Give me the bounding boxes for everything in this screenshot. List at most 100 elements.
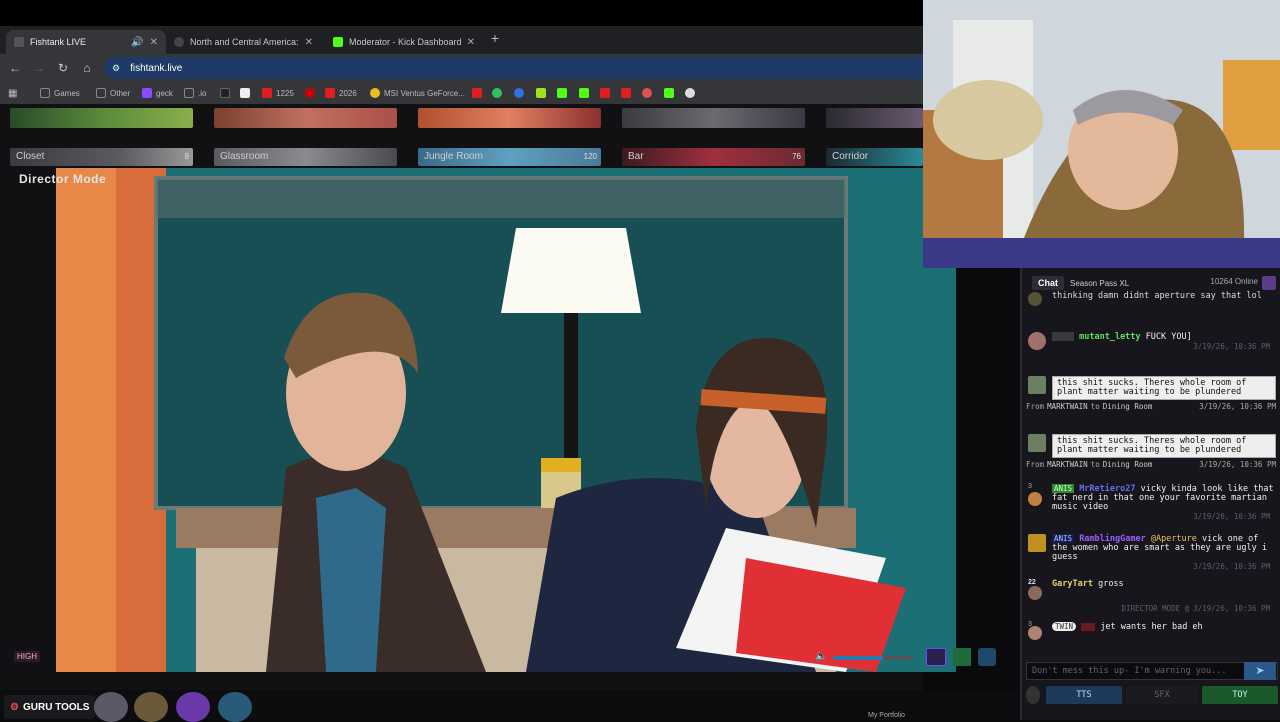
avatar	[1028, 626, 1042, 640]
volume-slider[interactable]	[833, 656, 913, 660]
portfolio-label: My Portfolio	[868, 712, 905, 719]
bookmark-icon-e[interactable]	[492, 86, 502, 100]
room-tab-bar[interactable]: Bar 76	[622, 148, 805, 166]
timestamp: 3/19/26, 10:36 PM	[1193, 342, 1270, 351]
bookmark-io[interactable]: .io	[184, 86, 206, 100]
system-message: DIRECTOR MODE @ 3/19/26, 10:36 PM	[1121, 604, 1271, 613]
inventory-icon[interactable]	[134, 692, 168, 722]
room-thumbnail[interactable]	[214, 108, 397, 128]
bookmark-icon-b[interactable]	[240, 86, 250, 100]
director-mode-label: Director Mode	[19, 172, 107, 186]
fishtank-favicon-icon	[14, 37, 24, 47]
tab-north-america[interactable]: North and Central America: Co ✕	[166, 30, 321, 54]
close-tab-icon[interactable]: ✕	[305, 37, 313, 48]
bookmark-msi[interactable]: MSI Ventus GeForce...	[370, 86, 465, 100]
close-tab-icon[interactable]: ✕	[150, 37, 158, 48]
bookmark-icon	[220, 88, 230, 98]
timestamp: 3/19/26, 10:36 PM	[1193, 512, 1270, 521]
tab-fishtank[interactable]: Fishtank LIVE 🔊 ✕	[6, 30, 166, 54]
chat-input[interactable]: Don't mess this up- I'm warning you...	[1026, 662, 1278, 680]
bookmark-kick-3[interactable]	[664, 86, 674, 100]
bookmark-2026[interactable]: 2026	[325, 86, 357, 100]
bookmark-1225[interactable]: 1225	[262, 86, 294, 100]
toy-button[interactable]: TOY	[1202, 686, 1278, 704]
tts-message: this shit sucks. Theres whole room of pl…	[1026, 376, 1276, 411]
bookmark-kick-1[interactable]	[557, 86, 567, 100]
bookmark-icon-f[interactable]	[514, 86, 524, 100]
tab-season-pass[interactable]: Season Pass XL	[1070, 279, 1129, 288]
reload-icon[interactable]: ↻	[56, 61, 70, 75]
tab-kick-dashboard[interactable]: Moderator - Kick Dashboard ✕	[325, 30, 483, 54]
pip-icon[interactable]	[978, 648, 996, 666]
bookmark-geck[interactable]: geck	[142, 86, 173, 100]
bookmark-icon	[514, 88, 524, 98]
kick-icon	[664, 88, 674, 98]
chat-username[interactable]: mutant_letty	[1079, 332, 1140, 342]
bookmark-icon	[472, 88, 482, 98]
send-icon[interactable]: ➤	[1244, 662, 1276, 680]
bookmark-yt-2[interactable]	[621, 86, 631, 100]
room-tab-closet[interactable]: Closet 9	[10, 148, 193, 166]
back-icon[interactable]: ←	[8, 61, 22, 75]
tts-sender[interactable]: MARKTWAIN	[1047, 402, 1088, 411]
bookmark-other[interactable]: Other	[96, 86, 130, 100]
room-tab-glassroom[interactable]: Glassroom	[214, 148, 397, 166]
timestamp: 3/19/26, 10:36 PM	[1199, 402, 1276, 411]
tools-icon[interactable]	[218, 692, 252, 722]
avatar	[1028, 332, 1046, 350]
viewer-count: 76	[792, 152, 801, 161]
bookmark-icon-a[interactable]	[220, 86, 230, 100]
bookmark-icon	[370, 88, 380, 98]
chat-settings-icon[interactable]	[1262, 276, 1276, 290]
tab-label: North and Central America: Co	[190, 37, 299, 47]
apps-icon[interactable]: ▦	[8, 86, 17, 100]
chat-footer: TTS SFX TOY	[1026, 686, 1278, 704]
kick-favicon-icon	[333, 37, 343, 47]
bookmark-icon-d[interactable]	[472, 86, 482, 100]
quality-badge[interactable]: HIGH	[14, 651, 40, 662]
bookmark-icon-g[interactable]	[536, 86, 546, 100]
bookmark-icon-h[interactable]	[642, 86, 652, 100]
room-thumbnail[interactable]	[418, 108, 601, 128]
home-icon[interactable]: ⌂	[80, 61, 94, 75]
room-thumbnail[interactable]	[10, 108, 193, 128]
volume-icon[interactable]: 🔈	[815, 651, 827, 662]
speaker-icon[interactable]: 🔊	[131, 37, 143, 48]
room-thumbnail[interactable]	[622, 108, 805, 128]
avatar	[1028, 434, 1046, 452]
room-tab-jungle-room[interactable]: Jungle Room 120	[418, 148, 601, 166]
live-video-player[interactable]	[56, 168, 956, 672]
bookmark-yt-1[interactable]	[600, 86, 610, 100]
online-count: 10264 Online	[1210, 277, 1258, 286]
new-tab-button[interactable]: +	[488, 31, 502, 45]
sfx-button[interactable]: SFX	[1126, 686, 1198, 704]
settings-gear-icon[interactable]	[94, 692, 128, 722]
bookmark-kick-2[interactable]	[579, 86, 589, 100]
close-tab-icon[interactable]: ✕	[467, 37, 475, 48]
season-pass-icon[interactable]	[176, 692, 210, 722]
chat-username[interactable]: GaryTart	[1052, 579, 1093, 589]
bookmarks-bar: ▦ Games Other geck .io 1225 2026 MSI Ven…	[0, 82, 923, 104]
theater-mode-icon[interactable]	[926, 648, 946, 666]
avatar	[1028, 492, 1042, 506]
room-tab-corridor[interactable]: Corridor	[826, 148, 923, 166]
bookmark-icon-c[interactable]	[305, 86, 315, 100]
badge: ANIS	[1052, 534, 1075, 543]
tts-sender[interactable]: MARKTWAIN	[1047, 460, 1088, 469]
tab-label: Fishtank LIVE	[30, 37, 87, 47]
tab-chat[interactable]: Chat	[1032, 276, 1064, 290]
tts-button[interactable]: TTS	[1046, 686, 1122, 704]
timestamp: 3/19/26, 10:36 PM	[1199, 460, 1276, 469]
fullscreen-icon[interactable]	[953, 648, 971, 666]
address-bar[interactable]: ⚙ fishtank.live	[104, 57, 923, 79]
emoji-icon[interactable]	[1026, 686, 1040, 704]
bookmark-icon	[536, 88, 546, 98]
site-info-icon[interactable]: ⚙	[112, 63, 120, 74]
tts-room: Dining Room	[1102, 460, 1153, 469]
room-thumbnail[interactable]	[826, 108, 923, 128]
bookmark-icon	[240, 88, 250, 98]
bookmark-games[interactable]: Games	[40, 86, 80, 100]
guru-tools-button[interactable]: ⚙ GURU TOOLS	[4, 695, 96, 719]
bookmark-github[interactable]	[685, 86, 695, 100]
forward-icon[interactable]: →	[32, 61, 46, 75]
